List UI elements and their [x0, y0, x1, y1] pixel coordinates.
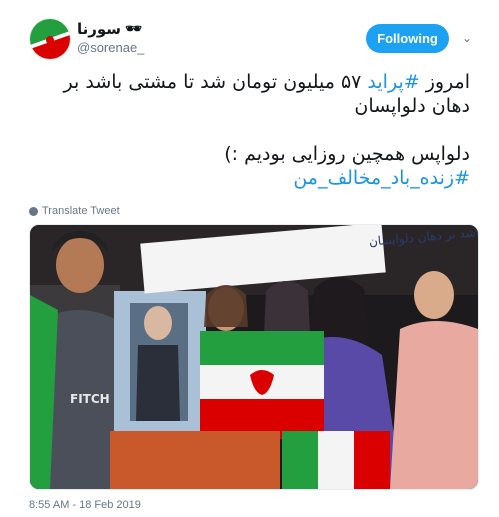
display-name[interactable]: 🕶 سورنا [77, 20, 142, 38]
crowd-photo: FITCH آمدیم تا مشتی باشد بر دهان دلواپسا… [30, 225, 478, 489]
tweet-text: امروز #پراید ۵۷ میلیون تومان شد تا مشتی … [25, 70, 470, 190]
tweet-photo[interactable]: FITCH آمدیم تا مشتی باشد بر دهان دلواپسا… [29, 224, 479, 490]
user-handle[interactable]: @sorenae_ [77, 40, 144, 55]
tweet-card: 🕶 سورنا @sorenae_ Following ⌄ امروز #پرا… [0, 0, 499, 517]
translate-tweet-link[interactable]: Translate Tweet [29, 205, 120, 217]
globe-icon [29, 206, 38, 216]
hashtag-link[interactable]: #پراید [367, 71, 419, 93]
tweet-line-1: امروز #پراید ۵۷ میلیون تومان شد تا مشتی … [25, 70, 470, 118]
sunglasses-emoji-icon: 🕶 [125, 21, 142, 36]
tweet-line-2: دلواپس همچین روزایی بودیم :) [224, 143, 470, 165]
iran-flag-avatar-icon [30, 19, 70, 59]
hashtag-link[interactable]: #زنده_باد_مخالف_من [293, 167, 470, 189]
display-name-text: سورنا [77, 21, 122, 38]
shirt-text: FITCH [70, 392, 110, 406]
chevron-down-icon[interactable]: ⌄ [458, 29, 476, 47]
avatar[interactable] [29, 18, 71, 60]
tweet-text-segment: امروز [419, 71, 470, 93]
translate-label: Translate Tweet [42, 205, 120, 217]
tweet-timestamp[interactable]: 8:55 AM - 18 Feb 2019 [29, 499, 141, 511]
following-button[interactable]: Following [366, 24, 449, 53]
